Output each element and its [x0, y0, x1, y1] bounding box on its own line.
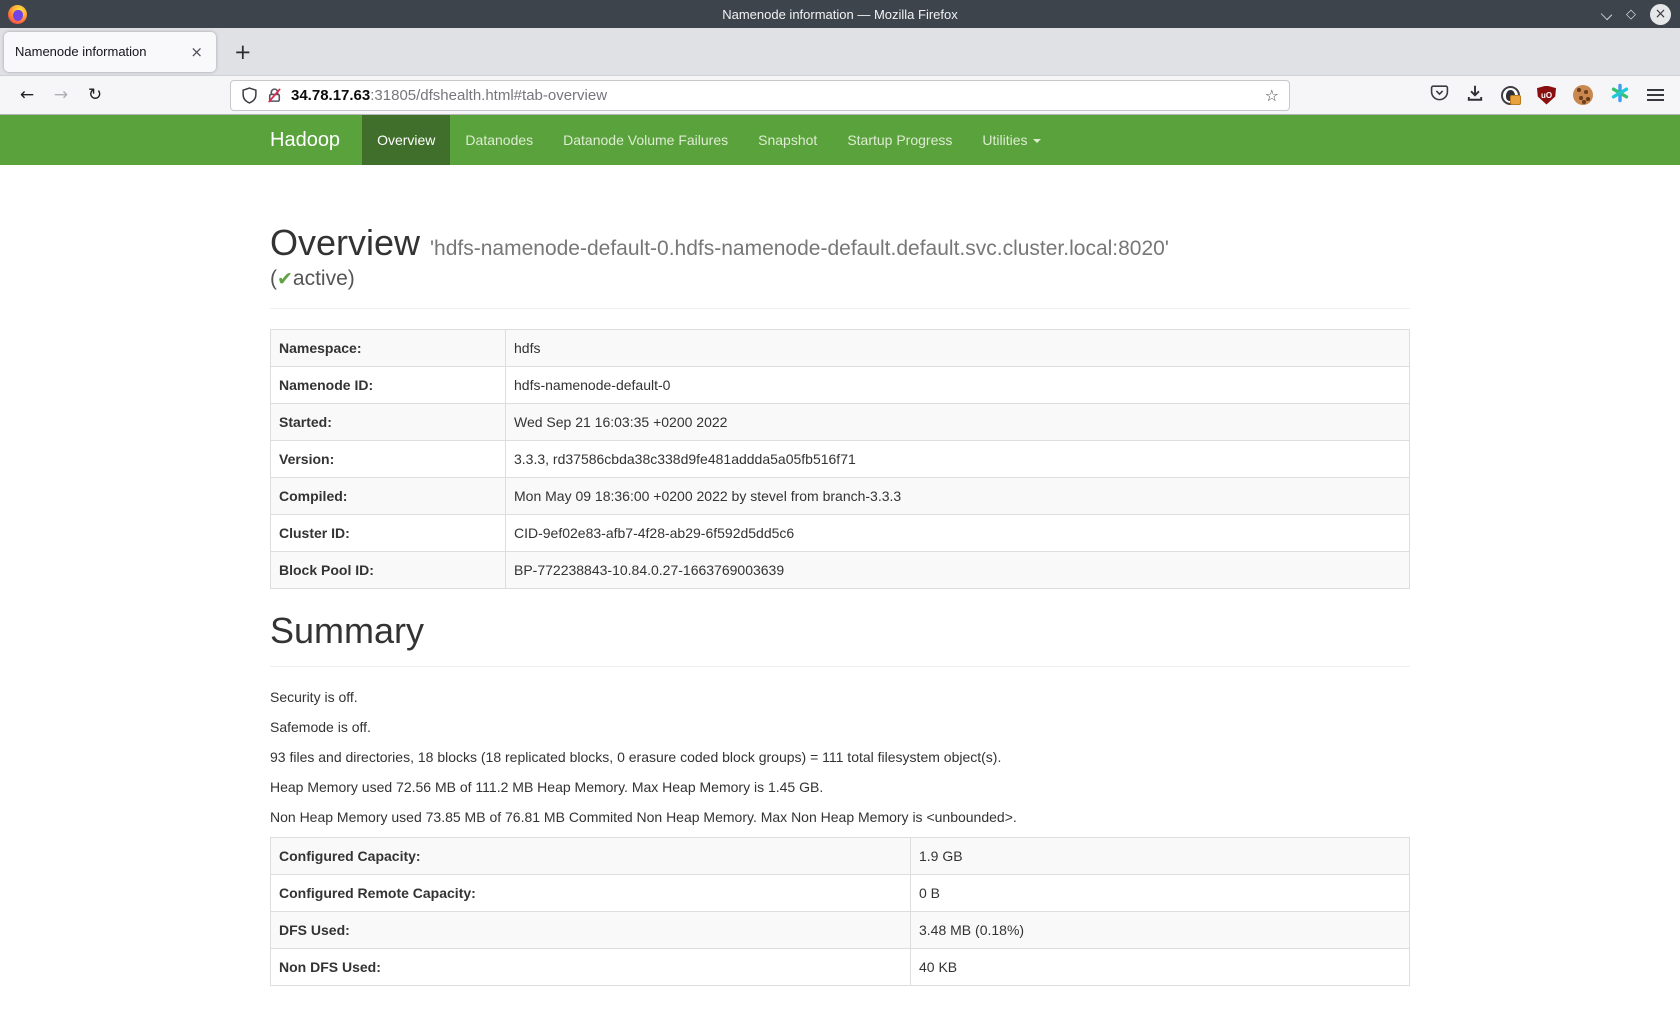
- close-icon[interactable]: ×: [1650, 4, 1671, 25]
- asterisk-extension-icon[interactable]: [1610, 83, 1630, 108]
- namenode-host: 'hdfs-namenode-default-0.hdfs-namenode-d…: [430, 237, 1169, 260]
- table-row: Namenode ID:hdfs-namenode-default-0: [271, 366, 1410, 403]
- url-domain: 34.78.17.63: [291, 87, 370, 104]
- nav-item-startup-progress[interactable]: Startup Progress: [832, 115, 967, 165]
- maximize-icon[interactable]: ◇: [1626, 8, 1636, 21]
- cookie-extension-icon[interactable]: [1573, 85, 1593, 105]
- summary-filesystem-objects: 93 files and directories, 18 blocks (18 …: [270, 747, 1410, 767]
- active-status: (✔active): [270, 264, 1410, 293]
- overview-heading: Overview 'hdfs-namenode-default-0.hdfs-n…: [270, 221, 1410, 294]
- table-row: Configured Remote Capacity:0 B: [271, 874, 1410, 911]
- menu-icon[interactable]: [1647, 86, 1664, 104]
- tab-label: Namenode information: [15, 44, 188, 59]
- tab-strip: Namenode information × +: [0, 28, 1680, 76]
- navigation-toolbar: ← → ↻ 34.78.17.63:31805/dfshealth.html#t…: [0, 76, 1680, 115]
- page-content: Overview 'hdfs-namenode-default-0.hdfs-n…: [255, 165, 1425, 986]
- namenode-info-table: Namespace:hdfs Namenode ID:hdfs-namenode…: [270, 329, 1410, 589]
- ublock-origin-icon[interactable]: uO: [1537, 86, 1556, 105]
- forward-button[interactable]: →: [44, 85, 78, 105]
- tab-namenode-information[interactable]: Namenode information ×: [4, 32, 216, 72]
- nav-item-utilities[interactable]: Utilities: [967, 115, 1055, 165]
- new-tab-button[interactable]: +: [234, 40, 252, 64]
- bookmark-star-icon[interactable]: ☆: [1265, 86, 1279, 105]
- summary-heading: Summary: [270, 609, 1410, 652]
- table-row: Block Pool ID:BP-772238843-10.84.0.27-16…: [271, 551, 1410, 588]
- nav-item-datanode-volume-failures[interactable]: Datanode Volume Failures: [548, 115, 743, 165]
- summary-non-heap-memory: Non Heap Memory used 73.85 MB of 76.81 M…: [270, 807, 1410, 827]
- hadoop-navbar: Hadoop Overview Datanodes Datanode Volum…: [0, 115, 1680, 165]
- table-row: Configured Capacity:1.9 GB: [271, 837, 1410, 874]
- window-title: Namenode information — Mozilla Firefox: [0, 7, 1680, 22]
- nav-item-snapshot[interactable]: Snapshot: [743, 115, 832, 165]
- address-bar[interactable]: 34.78.17.63:31805/dfshealth.html#tab-ove…: [230, 80, 1290, 111]
- table-row: Version:3.3.3, rd37586cbda38c338d9fe481a…: [271, 440, 1410, 477]
- nav-item-datanodes[interactable]: Datanodes: [450, 115, 548, 165]
- minimize-icon[interactable]: [1602, 9, 1612, 19]
- privacy-extension-icon[interactable]: [1501, 86, 1520, 105]
- window-titlebar: Namenode information — Mozilla Firefox ◇…: [0, 0, 1680, 28]
- reload-button[interactable]: ↻: [78, 85, 112, 105]
- tracking-shield-icon[interactable]: [241, 87, 258, 104]
- url-path: :31805/dfshealth.html#tab-overview: [370, 87, 607, 104]
- check-icon: ✔: [277, 268, 293, 290]
- summary-heap-memory: Heap Memory used 72.56 MB of 111.2 MB He…: [270, 777, 1410, 797]
- divider: [270, 666, 1410, 667]
- table-row: DFS Used:3.48 MB (0.18%): [271, 911, 1410, 948]
- url-text[interactable]: 34.78.17.63:31805/dfshealth.html#tab-ove…: [291, 87, 607, 104]
- back-button[interactable]: ←: [10, 85, 44, 105]
- nav-item-overview[interactable]: Overview: [362, 115, 450, 165]
- navbar-brand-hadoop[interactable]: Hadoop: [270, 115, 362, 165]
- table-row: Namespace:hdfs: [271, 329, 1410, 366]
- summary-safemode: Safemode is off.: [270, 717, 1410, 737]
- firefox-logo-icon: [8, 5, 27, 24]
- download-icon[interactable]: [1466, 84, 1484, 107]
- capacity-table: Configured Capacity:1.9 GB Configured Re…: [270, 837, 1410, 986]
- insecure-lock-icon[interactable]: [266, 87, 283, 104]
- tab-close-icon[interactable]: ×: [188, 43, 205, 61]
- table-row: Compiled:Mon May 09 18:36:00 +0200 2022 …: [271, 477, 1410, 514]
- divider: [270, 308, 1410, 309]
- summary-security: Security is off.: [270, 687, 1410, 707]
- pocket-icon[interactable]: [1430, 83, 1449, 107]
- caret-down-icon: [1033, 139, 1041, 143]
- table-row: Started:Wed Sep 21 16:03:35 +0200 2022: [271, 403, 1410, 440]
- table-row: Non DFS Used:40 KB: [271, 948, 1410, 985]
- table-row: Cluster ID:CID-9ef02e83-afb7-4f28-ab29-6…: [271, 514, 1410, 551]
